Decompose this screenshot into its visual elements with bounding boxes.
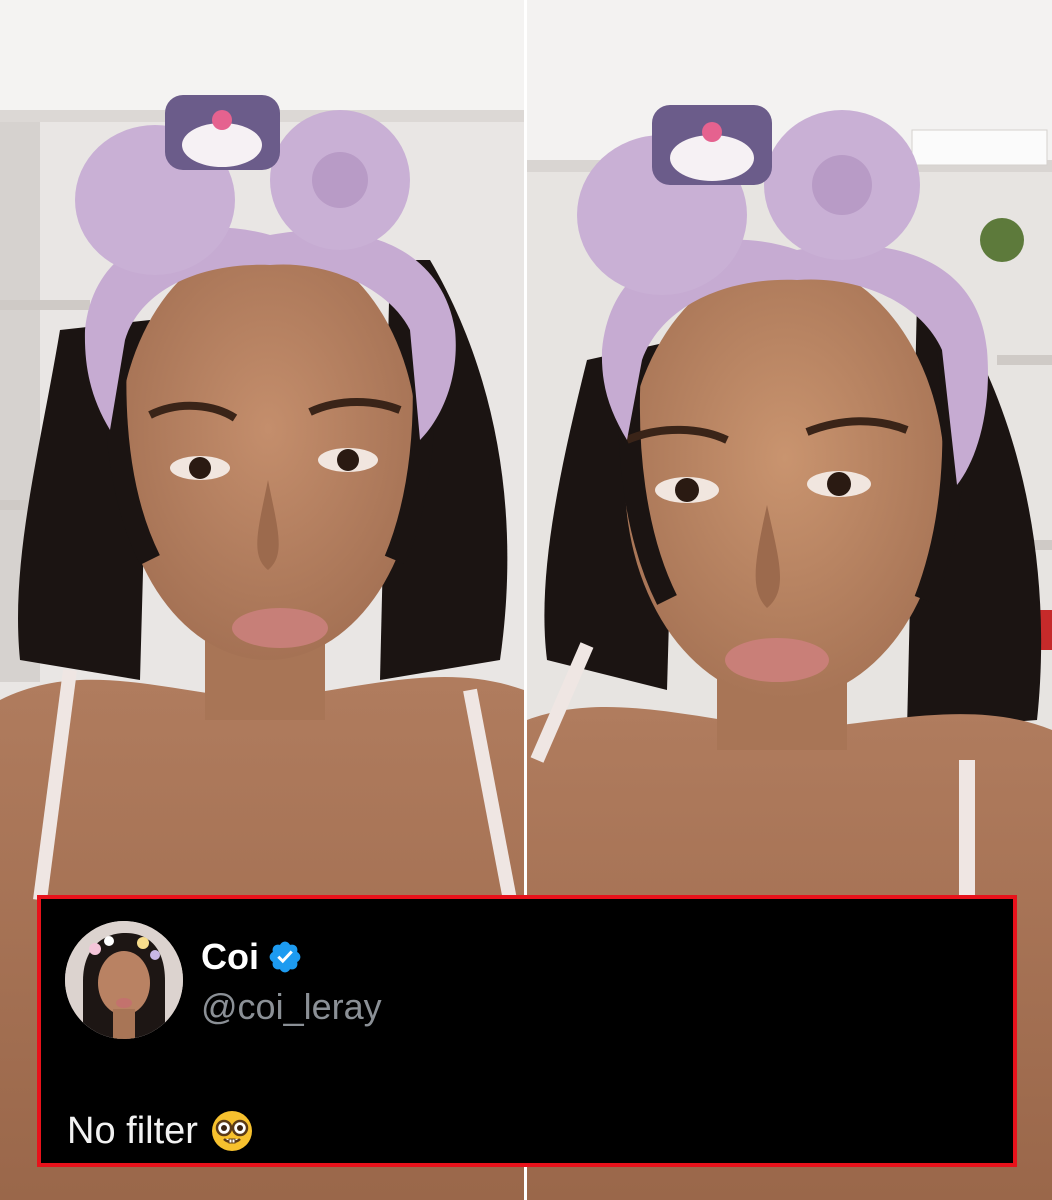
tweet-card: Coi @coi_leray No filter: [37, 895, 1017, 1167]
nerd-face-emoji-icon: [211, 1111, 252, 1151]
display-name[interactable]: Coi: [201, 937, 259, 977]
verified-badge-icon: [269, 941, 301, 973]
tweet-text: No filter: [67, 1110, 198, 1152]
display-name-row[interactable]: Coi: [201, 937, 303, 977]
avatar[interactable]: [65, 921, 183, 1039]
tweet-body: No filter: [67, 1109, 254, 1153]
post-image: Coi @coi_leray No filter: [0, 0, 1052, 1200]
user-handle[interactable]: @coi_leray: [201, 987, 382, 1027]
